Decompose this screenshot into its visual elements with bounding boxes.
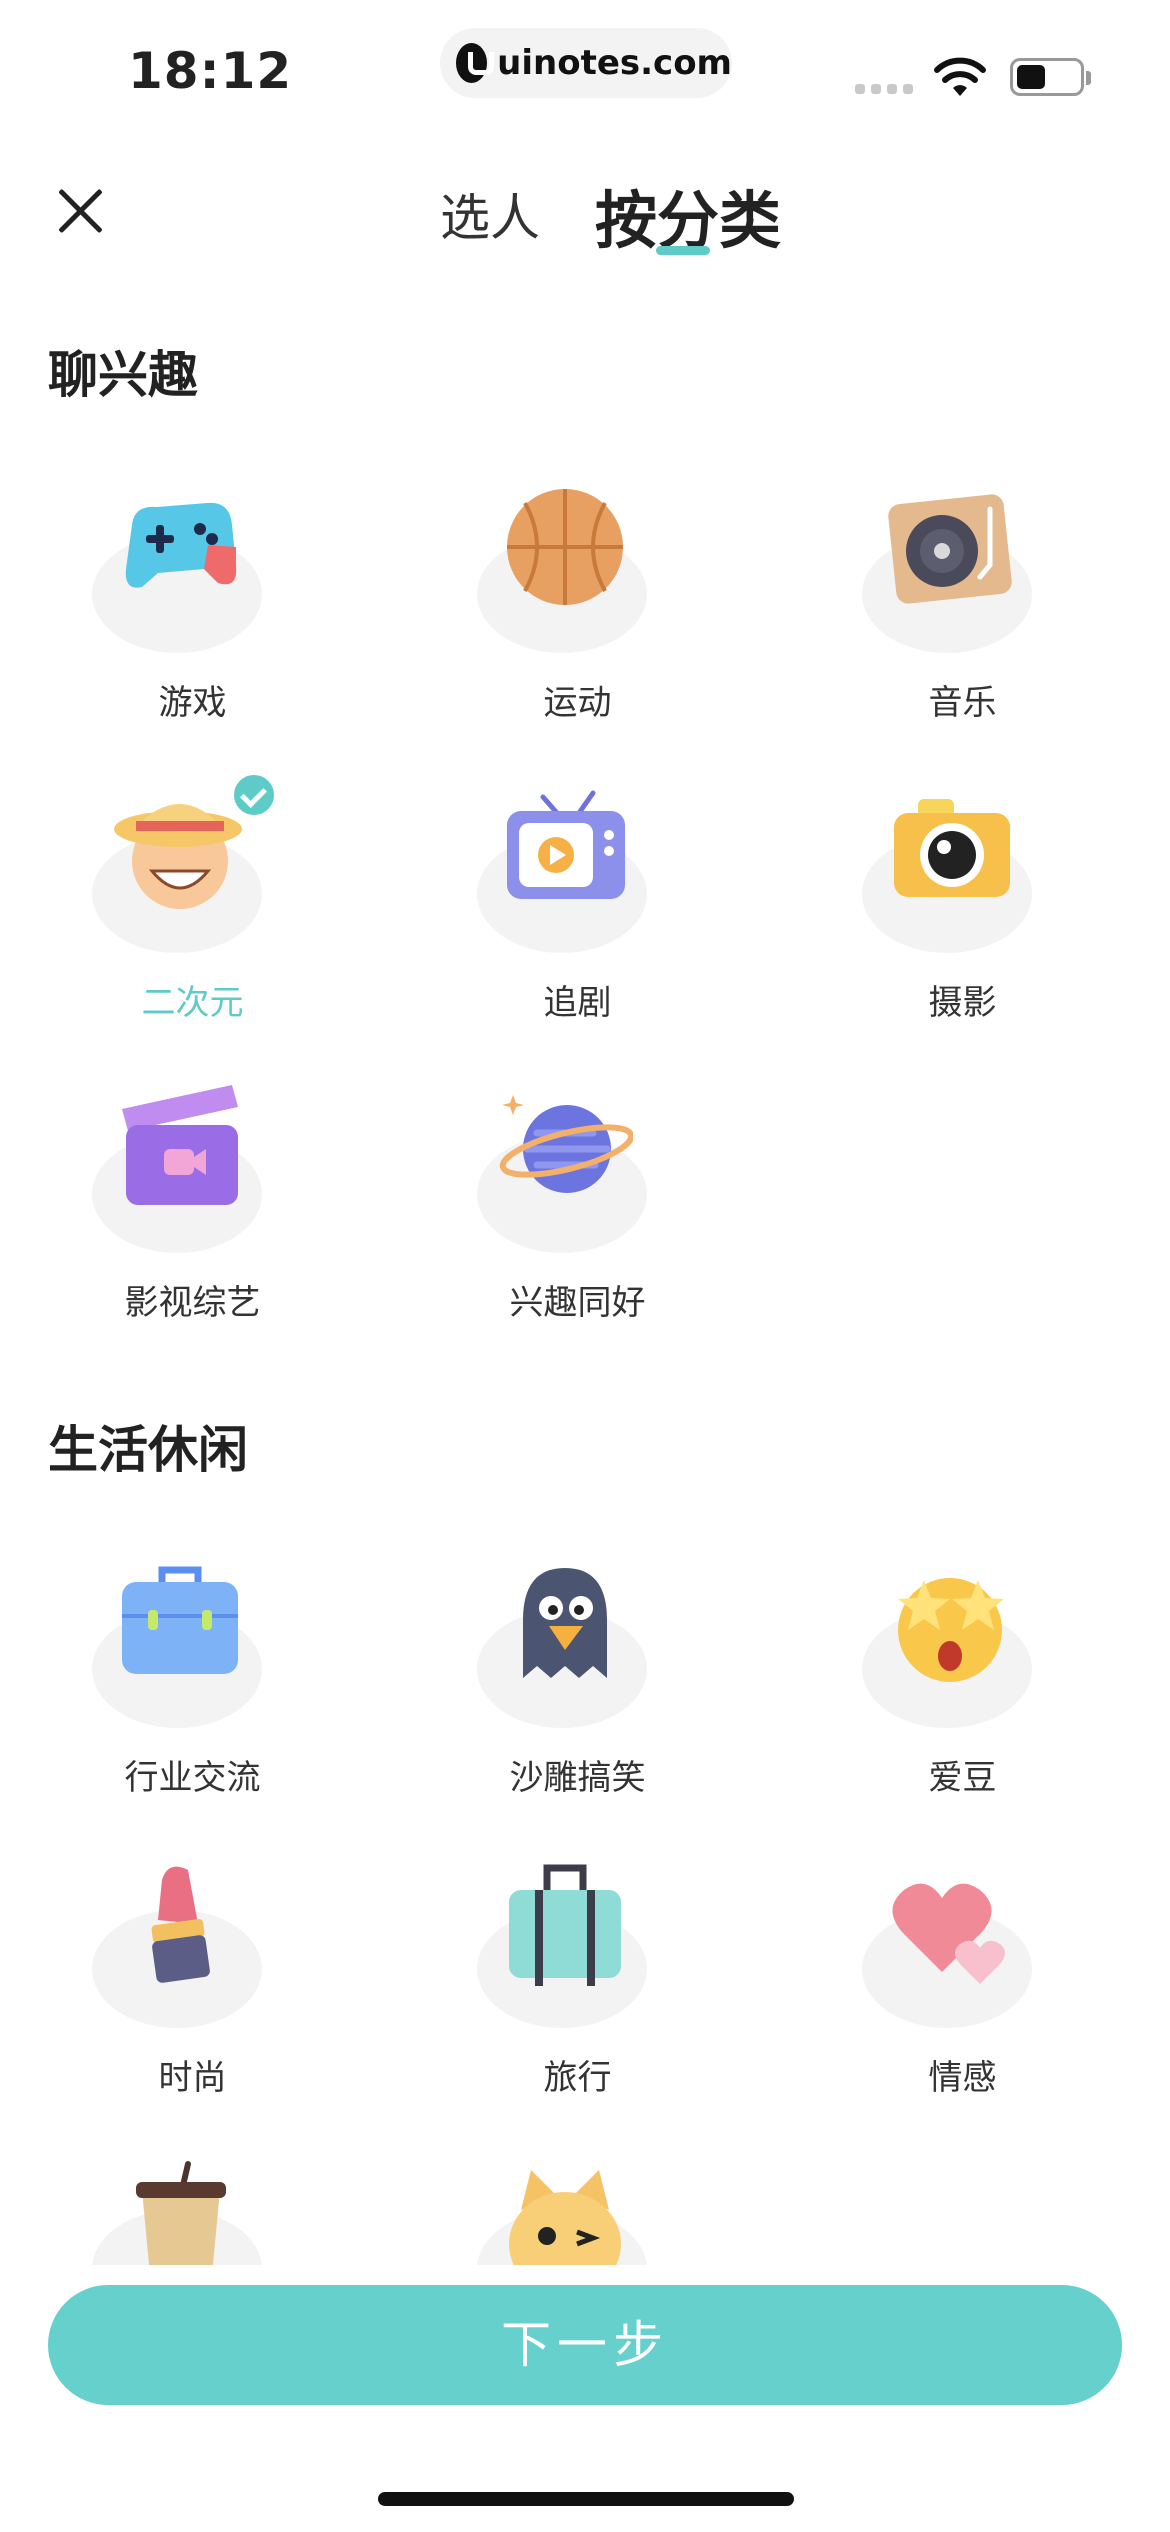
category-label: 运动 xyxy=(543,683,612,723)
wifi-icon xyxy=(934,57,986,96)
active-tab-indicator xyxy=(656,246,710,255)
battery-tip xyxy=(1086,71,1091,85)
scroll-clip-area xyxy=(0,2145,1170,2265)
status-bar: 18:12 uinotes.com xyxy=(0,0,1170,130)
home-indicator[interactable] xyxy=(378,2492,794,2506)
category-label: 沙雕搞笑 xyxy=(509,1758,646,1798)
cellular-signal-icon xyxy=(855,84,913,94)
lipstick-icon xyxy=(151,1866,210,1983)
category-label: 兴趣同好 xyxy=(509,1283,646,1323)
suitcase-icon xyxy=(509,1864,621,1986)
category-label: 旅行 xyxy=(543,2058,612,2098)
status-time: 18:12 xyxy=(128,42,293,100)
ghost-bird-icon xyxy=(523,1568,607,1678)
hearts-icon xyxy=(892,1883,1005,1984)
category-label: 情感 xyxy=(928,2058,997,2098)
category-tile-cat[interactable] xyxy=(385,2160,685,2265)
planet-icon xyxy=(499,1095,633,1193)
section-title-interests: 聊兴趣 xyxy=(48,346,198,404)
close-button[interactable] xyxy=(50,180,112,242)
category-tile-emotion[interactable]: 情感 xyxy=(770,1860,1070,2100)
category-tile-hobbies[interactable]: 兴趣同好 xyxy=(385,1085,685,1325)
tab-select-people[interactable]: 选人 xyxy=(440,178,540,250)
selected-check-icon xyxy=(230,771,278,819)
category-tile-idol[interactable]: 爱豆 xyxy=(770,1560,1070,1800)
camera-icon xyxy=(894,799,1010,897)
category-tile-industry[interactable]: 行业交流 xyxy=(0,1560,300,1800)
coffee-cup-icon xyxy=(136,2161,226,2265)
next-step-button[interactable]: 下一步 xyxy=(48,2285,1122,2405)
basketball-icon xyxy=(507,489,623,605)
category-label: 时尚 xyxy=(158,2058,227,2098)
category-tile-music[interactable]: 音乐 xyxy=(770,485,1070,725)
cat-icon xyxy=(509,2170,621,2265)
category-tile-film-variety[interactable]: 影视综艺 xyxy=(0,1085,300,1325)
battery-icon xyxy=(1010,58,1084,96)
category-tile-funny[interactable]: 沙雕搞笑 xyxy=(385,1560,685,1800)
category-label: 行业交流 xyxy=(124,1758,261,1798)
category-tile-coffee[interactable] xyxy=(0,2160,300,2265)
category-label: 追剧 xyxy=(543,983,612,1023)
category-tile-sports[interactable]: 运动 xyxy=(385,485,685,725)
briefcase-icon xyxy=(122,1566,238,1674)
star-eyes-icon xyxy=(898,1578,1004,1682)
category-tile-fashion[interactable]: 时尚 xyxy=(0,1860,300,2100)
category-tile-anime[interactable]: 二次元 xyxy=(0,771,300,1025)
url-text: uinotes.com xyxy=(497,43,732,83)
category-tile-photography[interactable]: 摄影 xyxy=(770,785,1070,1025)
category-label: 音乐 xyxy=(928,683,997,723)
tv-icon xyxy=(507,790,625,899)
category-tile-games[interactable]: 游戏 xyxy=(0,485,300,725)
site-logo-icon xyxy=(456,43,495,83)
category-tile-tv-series[interactable]: 追剧 xyxy=(385,785,685,1025)
gamepad-icon xyxy=(125,502,237,588)
category-label: 摄影 xyxy=(928,983,997,1023)
category-label: 爱豆 xyxy=(928,1758,997,1798)
category-tile-travel[interactable]: 旅行 xyxy=(385,1860,685,2100)
url-pill[interactable]: uinotes.com xyxy=(440,28,732,98)
record-player-icon xyxy=(888,494,1012,604)
category-label: 影视综艺 xyxy=(124,1283,261,1323)
category-label: 二次元 xyxy=(141,983,244,1023)
clapperboard-icon xyxy=(122,1085,238,1205)
section-title-life-leisure: 生活休闲 xyxy=(48,1421,248,1479)
category-label: 游戏 xyxy=(158,683,227,723)
anime-face-icon xyxy=(114,804,242,909)
